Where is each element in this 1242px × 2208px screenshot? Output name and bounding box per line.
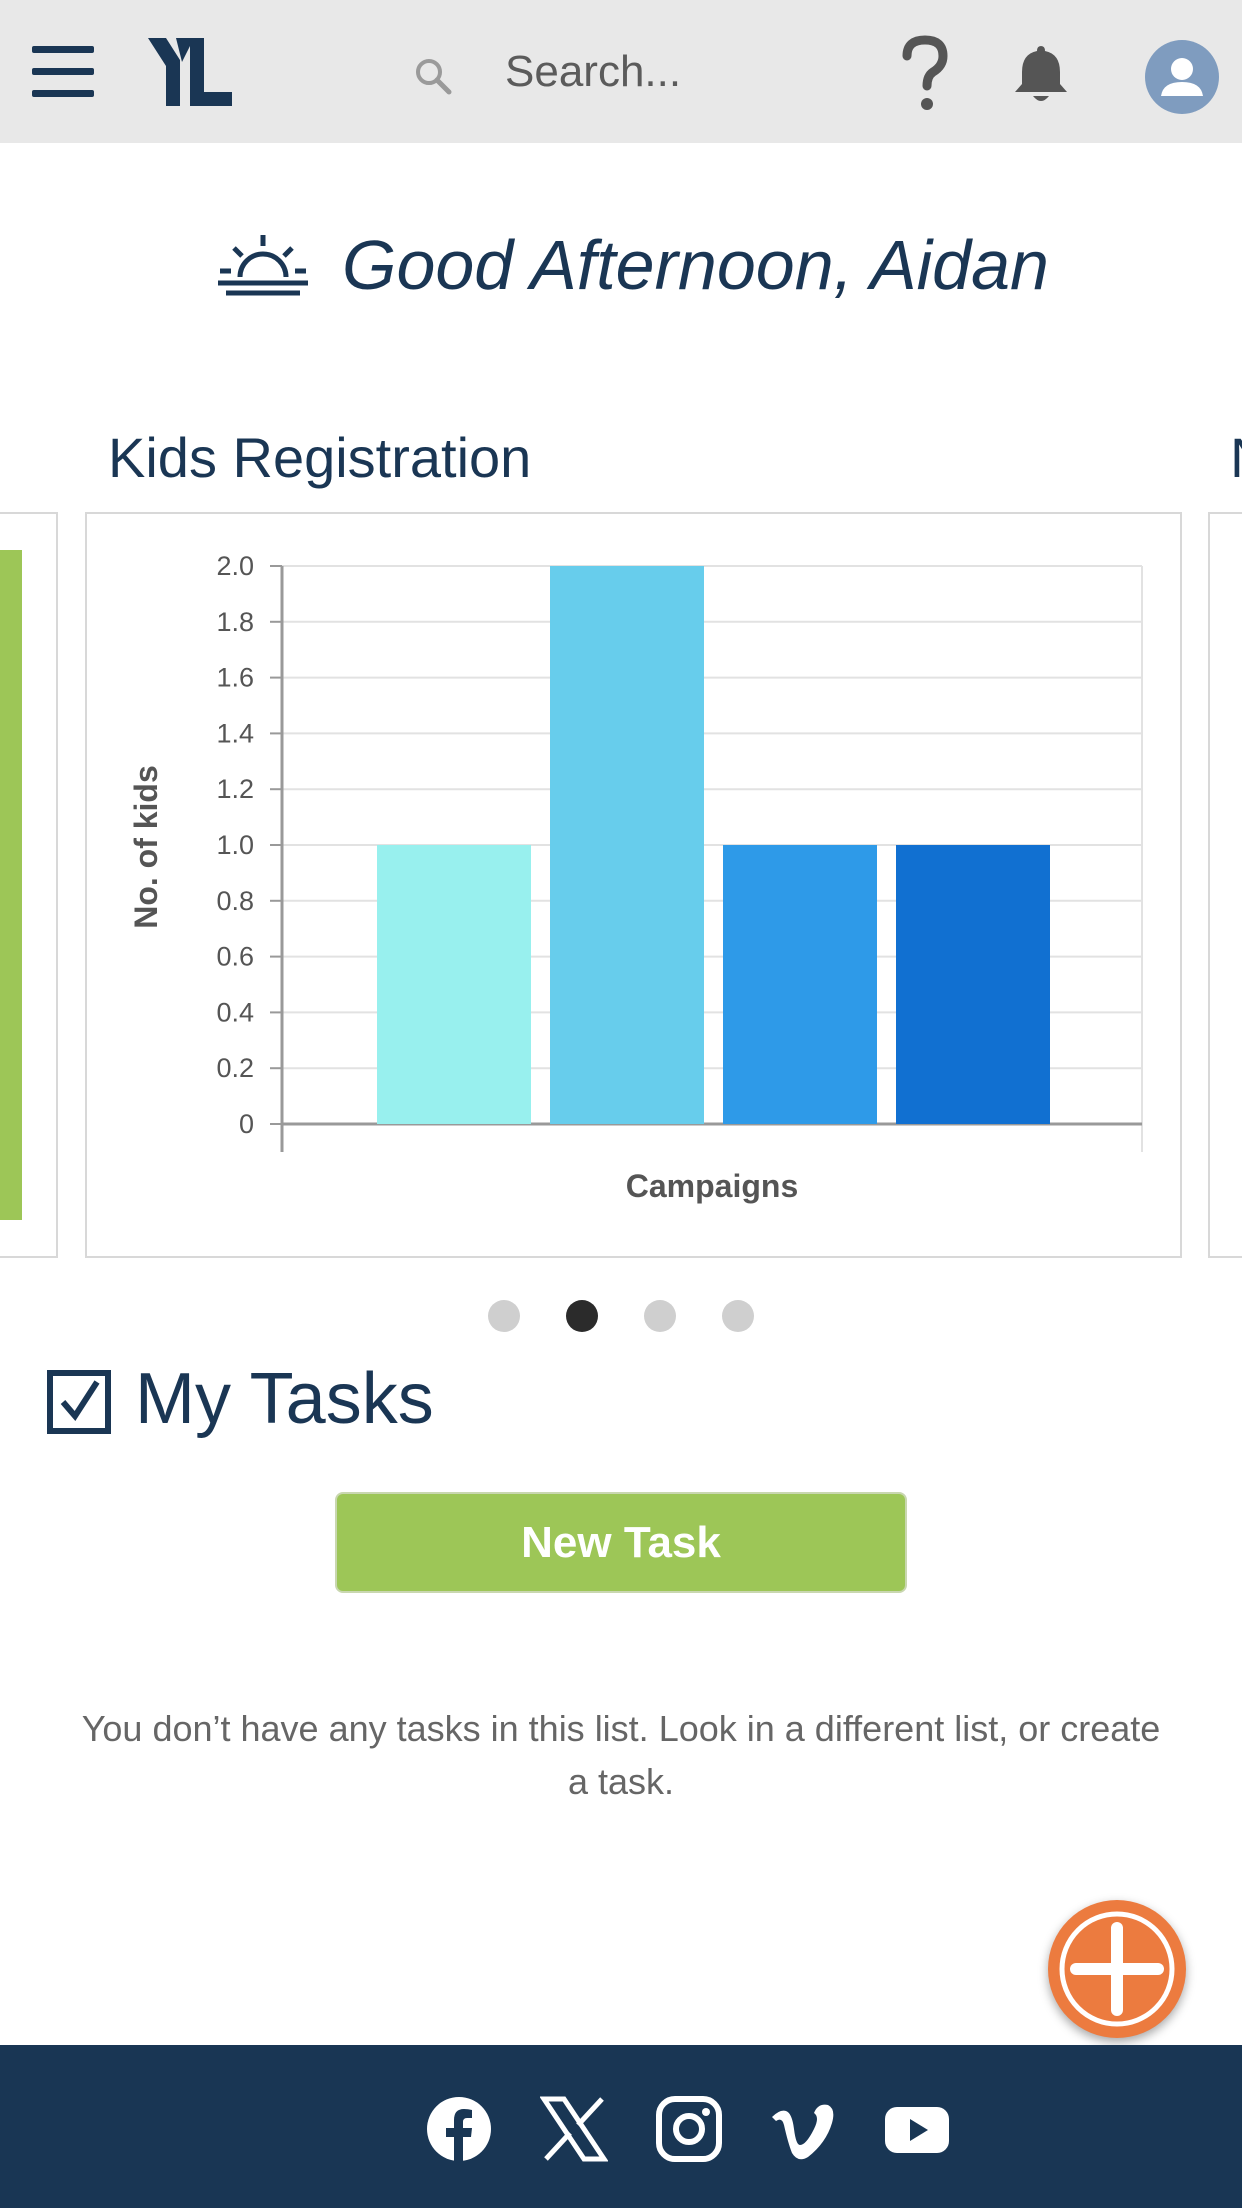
x-axis-label: Campaigns xyxy=(626,1168,798,1204)
next-card-title: N xyxy=(1230,425,1242,490)
carousel-dot-2[interactable] xyxy=(566,1300,598,1332)
next-card[interactable] xyxy=(1208,512,1242,1258)
y-tick-label: 2.0 xyxy=(216,551,254,581)
y-tick-label: 0.2 xyxy=(216,1053,254,1083)
y-tick-label: 1.0 xyxy=(216,830,254,860)
carousel-pagination xyxy=(488,1300,758,1332)
top-bar xyxy=(0,0,1242,143)
bar-2 xyxy=(550,566,704,1124)
y-tick-label: 0 xyxy=(239,1109,254,1139)
carousel-dot-1[interactable] xyxy=(488,1300,520,1332)
help-icon[interactable] xyxy=(895,34,955,114)
sunset-icon xyxy=(218,235,308,296)
kids-registration-card[interactable]: 0 0.2 0.4 0.6 0.8 1.0 1.2 1.4 1.6 1.8 2.0 Campaigns… xyxy=(85,512,1182,1258)
bar-3 xyxy=(723,845,877,1124)
carousel-dot-3[interactable] xyxy=(644,1300,676,1332)
y-tick-label: 1.8 xyxy=(216,607,254,637)
y-tick-label: 1.4 xyxy=(216,718,254,748)
vimeo-icon[interactable] xyxy=(768,2095,836,2163)
search-bar[interactable] xyxy=(405,36,825,108)
x-icon[interactable] xyxy=(540,2095,608,2163)
previous-card[interactable] xyxy=(0,512,58,1258)
checkbox-icon xyxy=(47,1370,111,1434)
instagram-icon[interactable] xyxy=(655,2095,723,2163)
empty-tasks-message: You don’t have any tasks in this list. L… xyxy=(81,1708,1161,1802)
plus-icon xyxy=(1059,1911,1175,2027)
app-logo[interactable] xyxy=(146,36,236,108)
bar-1 xyxy=(377,845,531,1124)
carousel-dot-4[interactable] xyxy=(722,1300,754,1332)
search-icon xyxy=(416,59,452,95)
previous-card-bar xyxy=(0,550,22,1220)
y-tick-label: 1.2 xyxy=(216,774,254,804)
bar-4 xyxy=(896,845,1050,1124)
user-avatar[interactable] xyxy=(1145,40,1219,114)
y-axis-label: No. of kids xyxy=(128,765,164,929)
add-fab-button[interactable] xyxy=(1048,1900,1186,2038)
bar-chart: 0 0.2 0.4 0.6 0.8 1.0 1.2 1.4 1.6 1.8 2.0 Campaigns… xyxy=(128,551,1143,1204)
y-tick-label: 0.8 xyxy=(216,886,254,916)
my-tasks-heading: My Tasks xyxy=(135,1359,434,1439)
new-task-button[interactable]: New Task xyxy=(335,1492,907,1593)
greeting-text: Good Afternoon, Aidan xyxy=(342,226,1049,304)
y-tick-label: 1.6 xyxy=(216,663,254,693)
notifications-bell-icon[interactable] xyxy=(1010,42,1072,106)
search-input[interactable] xyxy=(505,42,825,102)
y-tick-label: 0.4 xyxy=(216,997,254,1027)
facebook-icon[interactable] xyxy=(425,2095,493,2163)
youtube-icon[interactable] xyxy=(883,2095,951,2163)
card-title: Kids Registration xyxy=(108,426,532,489)
menu-icon[interactable] xyxy=(32,46,94,98)
user-icon xyxy=(1161,58,1203,96)
greeting-banner: Good Afternoon, Aidan xyxy=(0,215,1242,315)
footer-bar xyxy=(0,2045,1242,2208)
y-tick-label: 0.6 xyxy=(216,942,254,972)
